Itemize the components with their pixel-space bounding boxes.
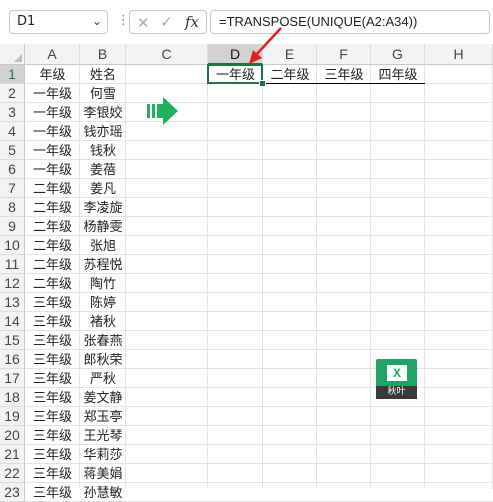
- cell-b23[interactable]: 孙慧敏: [80, 483, 126, 502]
- cell-b14[interactable]: 褚秋: [80, 312, 126, 331]
- column-header-c[interactable]: C: [126, 44, 208, 65]
- cell-b15[interactable]: 张春燕: [80, 331, 126, 350]
- cell-b9[interactable]: 杨静雯: [80, 217, 126, 236]
- column-header-b[interactable]: B: [80, 44, 126, 65]
- active-cell-selection[interactable]: [207, 64, 263, 84]
- column-header-h[interactable]: H: [425, 44, 493, 65]
- column-gridline: [370, 65, 371, 489]
- result-cell-2[interactable]: 二年级: [263, 65, 317, 84]
- row-header-6[interactable]: 6: [0, 160, 25, 179]
- cell-b7[interactable]: 姜凡: [80, 179, 126, 198]
- row-header-20[interactable]: 20: [0, 426, 25, 445]
- cell-b3[interactable]: 李银姣: [80, 103, 126, 122]
- row-header-7[interactable]: 7: [0, 179, 25, 198]
- row-header-18[interactable]: 18: [0, 388, 25, 407]
- cell-b1[interactable]: 姓名: [80, 65, 126, 84]
- cell-a1[interactable]: 年级: [25, 65, 80, 84]
- cancel-icon[interactable]: ✕: [137, 14, 150, 32]
- cell-a19[interactable]: 三年级: [25, 407, 80, 426]
- red-arrow-icon: [249, 27, 282, 64]
- cell-b20[interactable]: 王光琴: [80, 426, 126, 445]
- row-header-13[interactable]: 13: [0, 293, 25, 312]
- spreadsheet-grid: A B C D E F G H 1 2 3 4 5 6 7 8 9 10 11 12 13 14 15 16 17 18 19 20 2…: [0, 44, 493, 502]
- column-header-f[interactable]: F: [317, 44, 371, 65]
- row-header-19[interactable]: 19: [0, 407, 25, 426]
- name-box[interactable]: D1 ⌄: [9, 10, 108, 34]
- cell-a3[interactable]: 一年级: [25, 103, 80, 122]
- column-header-g[interactable]: G: [371, 44, 425, 65]
- logo-label: 秋叶: [376, 386, 417, 399]
- row-header-14[interactable]: 14: [0, 312, 25, 331]
- cell-b11[interactable]: 苏程悦: [80, 255, 126, 274]
- excel-icon: X: [387, 365, 407, 381]
- cell-b10[interactable]: 张旭: [80, 236, 126, 255]
- cell-b22[interactable]: 蒋美娟: [80, 464, 126, 483]
- right-arrow-icon: [147, 97, 178, 125]
- result-cell-3[interactable]: 三年级: [317, 65, 371, 84]
- row-header-16[interactable]: 16: [0, 350, 25, 369]
- column-gridline: [424, 65, 425, 489]
- select-all-corner[interactable]: [0, 44, 25, 65]
- row-header-21[interactable]: 21: [0, 445, 25, 464]
- fill-handle[interactable]: [259, 80, 266, 87]
- cell-b16[interactable]: 郎秋荣: [80, 350, 126, 369]
- cell-a11[interactable]: 二年级: [25, 255, 80, 274]
- column-gridline: [207, 65, 208, 489]
- cell-a10[interactable]: 二年级: [25, 236, 80, 255]
- cell-a17[interactable]: 三年级: [25, 369, 80, 388]
- cell-b2[interactable]: 何雪: [80, 84, 126, 103]
- cell-a13[interactable]: 三年级: [25, 293, 80, 312]
- chevron-down-icon[interactable]: ⌄: [92, 14, 102, 28]
- row-header-12[interactable]: 12: [0, 274, 25, 293]
- cell-a2[interactable]: 一年级: [25, 84, 80, 103]
- column-gridline: [262, 65, 263, 489]
- column-header-a[interactable]: A: [25, 44, 80, 65]
- row-header-5[interactable]: 5: [0, 141, 25, 160]
- cell-a21[interactable]: 三年级: [25, 445, 80, 464]
- enter-icon[interactable]: ✓: [160, 13, 173, 31]
- row-header-17[interactable]: 17: [0, 369, 25, 388]
- row-header-23[interactable]: 23: [0, 483, 25, 502]
- cell-a23[interactable]: 三年级: [25, 483, 80, 502]
- name-box-value: D1: [17, 14, 36, 29]
- cell-a9[interactable]: 二年级: [25, 217, 80, 236]
- cell-a4[interactable]: 一年级: [25, 122, 80, 141]
- qiuye-excel-logo: X 秋叶: [376, 359, 417, 399]
- cell-b19[interactable]: 郑玉亭: [80, 407, 126, 426]
- cell-b18[interactable]: 姜文静: [80, 388, 126, 407]
- row-header-3[interactable]: 3: [0, 103, 25, 122]
- cell-a18[interactable]: 三年级: [25, 388, 80, 407]
- cell-a5[interactable]: 一年级: [25, 141, 80, 160]
- formula-buttons: ✕ ✓ fx: [129, 10, 207, 34]
- cell-b17[interactable]: 严秋: [80, 369, 126, 388]
- column-gridline: [316, 65, 317, 489]
- cell-a15[interactable]: 三年级: [25, 331, 80, 350]
- row-header-1[interactable]: 1: [0, 65, 25, 84]
- cell-a7[interactable]: 二年级: [25, 179, 80, 198]
- cell-a16[interactable]: 三年级: [25, 350, 80, 369]
- cell-b21[interactable]: 华莉莎: [80, 445, 126, 464]
- row-header-22[interactable]: 22: [0, 464, 25, 483]
- row-header-2[interactable]: 2: [0, 84, 25, 103]
- cell-b6[interactable]: 姜蓓: [80, 160, 126, 179]
- cell-a22[interactable]: 三年级: [25, 464, 80, 483]
- cell-a12[interactable]: 二年级: [25, 274, 80, 293]
- row-header-10[interactable]: 10: [0, 236, 25, 255]
- row-header-11[interactable]: 11: [0, 255, 25, 274]
- row-header-9[interactable]: 9: [0, 217, 25, 236]
- result-cell-4[interactable]: 四年级: [371, 65, 425, 84]
- row-header-15[interactable]: 15: [0, 331, 25, 350]
- cell-b13[interactable]: 陈婷: [80, 293, 126, 312]
- cell-a20[interactable]: 三年级: [25, 426, 80, 445]
- cell-a8[interactable]: 二年级: [25, 198, 80, 217]
- cell-b5[interactable]: 钱秋: [80, 141, 126, 160]
- row-header-8[interactable]: 8: [0, 198, 25, 217]
- insert-function-icon[interactable]: fx: [185, 13, 199, 31]
- cell-a6[interactable]: 一年级: [25, 160, 80, 179]
- cell-b12[interactable]: 陶竹: [80, 274, 126, 293]
- cell-b4[interactable]: 钱亦瑶: [80, 122, 126, 141]
- row-header-4[interactable]: 4: [0, 122, 25, 141]
- cell-a14[interactable]: 三年级: [25, 312, 80, 331]
- cell-b8[interactable]: 李凌旋: [80, 198, 126, 217]
